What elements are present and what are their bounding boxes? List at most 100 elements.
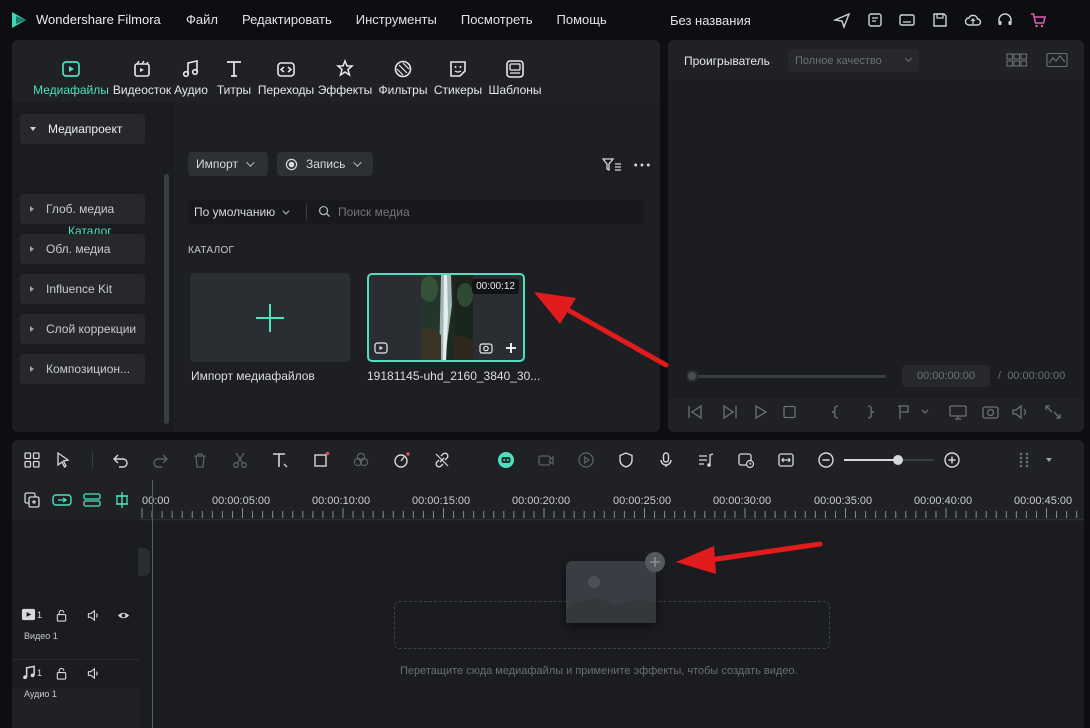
- scrubber-handle[interactable]: [686, 370, 698, 382]
- lock-icon[interactable]: [55, 609, 68, 622]
- zoom-slider-track[interactable]: [844, 455, 934, 465]
- auto-reframe-button[interactable]: [736, 450, 756, 470]
- waveform-icon[interactable]: [1046, 52, 1068, 68]
- sidebar-scrollbar[interactable]: [164, 174, 169, 424]
- crop-button[interactable]: [311, 450, 331, 470]
- link-icon: [435, 452, 449, 468]
- zoom-out-button[interactable]: [816, 450, 836, 470]
- import-dropdown[interactable]: Импорт: [188, 152, 268, 176]
- voiceover-button[interactable]: [656, 450, 676, 470]
- color-button[interactable]: [351, 450, 371, 470]
- menu-edit[interactable]: Редактировать: [242, 12, 332, 27]
- layout-grid-button[interactable]: [22, 450, 42, 470]
- clip-thumbnail: [421, 275, 473, 360]
- delete-button[interactable]: [190, 450, 210, 470]
- sort-dropdown[interactable]: По умолчанию: [194, 205, 290, 219]
- playhead[interactable]: [152, 480, 153, 728]
- record-dropdown[interactable]: Запись: [277, 152, 373, 176]
- chevron-down-icon[interactable]: [1046, 458, 1052, 462]
- redo-button[interactable]: [150, 450, 170, 470]
- sidebar-item-compound[interactable]: Композицион...: [20, 354, 145, 384]
- filter-sort-icon[interactable]: [602, 157, 622, 173]
- sidebar-item-influence-kit[interactable]: Influence Kit: [20, 274, 145, 304]
- tab-stock-video[interactable]: Видеосток: [112, 40, 172, 102]
- link-clips-icon[interactable]: [52, 492, 72, 508]
- media-panel: Медиафайлы Видеосток Аудио Титры Переход…: [12, 40, 660, 432]
- tab-titles[interactable]: Титры: [210, 40, 258, 102]
- scrubber-track[interactable]: [690, 375, 886, 378]
- audio-track-button[interactable]: [696, 450, 716, 470]
- timeline-ruler[interactable]: 00:00 00:00:05:00 00:00:10:00 00:00:15:0…: [140, 480, 1084, 520]
- clip-camera-icon[interactable]: [479, 341, 493, 355]
- timeline-tracks-area[interactable]: Перетащите сюда медиафайлы и примените э…: [140, 521, 1084, 728]
- save-icon[interactable]: [924, 10, 957, 30]
- video-track-label: Видео 1: [24, 631, 58, 641]
- sidebar-item-adjustment-layer[interactable]: Слой коррекции: [20, 314, 145, 344]
- add-to-timeline-icon[interactable]: [504, 341, 518, 355]
- cloud-icon[interactable]: [956, 10, 989, 30]
- menu-view[interactable]: Посмотреть: [461, 12, 533, 27]
- menu-file[interactable]: Файл: [186, 12, 218, 27]
- cart-icon[interactable]: [1022, 10, 1055, 30]
- media-clip-tile[interactable]: 00:00:12: [367, 273, 525, 362]
- quality-dropdown[interactable]: Полное качество: [788, 49, 919, 72]
- add-media-plus-icon[interactable]: [645, 552, 665, 572]
- zoom-in-button[interactable]: [942, 450, 962, 470]
- grid-view-icon[interactable]: [1006, 52, 1028, 68]
- zoom-slider-handle[interactable]: [893, 455, 903, 465]
- search-input[interactable]: [338, 202, 628, 222]
- sidebar-item-cloud-media[interactable]: Обл. медиа: [20, 234, 145, 264]
- fit-timeline-button[interactable]: [776, 450, 796, 470]
- drop-hint-text: Перетащите сюда медиафайлы и примените э…: [400, 665, 798, 677]
- tab-media[interactable]: Медиафайлы: [30, 40, 112, 102]
- marker-magnet-icon[interactable]: [112, 491, 132, 509]
- undo-button[interactable]: [111, 450, 131, 470]
- report-icon[interactable]: [859, 10, 892, 30]
- timeline-toolbar: [12, 440, 1084, 480]
- sidebar-item-global-media[interactable]: Глоб. медиа: [20, 194, 145, 224]
- tab-templates[interactable]: Шаблоны: [486, 40, 544, 102]
- import-media-tile[interactable]: [190, 273, 350, 362]
- lock-icon[interactable]: [55, 667, 68, 680]
- text-t-icon: [273, 453, 288, 468]
- ruler-ticks: [141, 508, 1078, 518]
- playhead-handle[interactable]: [138, 548, 150, 576]
- add-text-button[interactable]: [270, 450, 290, 470]
- select-tool-button[interactable]: [54, 450, 74, 470]
- monitor-icon[interactable]: [891, 10, 924, 30]
- eye-icon[interactable]: [117, 609, 130, 622]
- speaker-icon[interactable]: [87, 609, 100, 622]
- tab-transitions[interactable]: Переходы: [258, 40, 314, 102]
- total-time: 00:00:00:00: [1007, 370, 1066, 382]
- ruler-label: 00:00:20:00: [512, 495, 571, 507]
- split-button[interactable]: [230, 450, 250, 470]
- main-menu: Файл Редактировать Инструменты Посмотрет…: [186, 12, 631, 27]
- speaker-icon[interactable]: [87, 667, 100, 680]
- headset-icon[interactable]: [989, 10, 1022, 30]
- media-tabs: Медиафайлы Видеосток Аудио Титры Переход…: [12, 40, 660, 102]
- ruler-label: 00:00:10:00: [312, 495, 371, 507]
- auto-beat-button[interactable]: [576, 450, 596, 470]
- tab-stickers[interactable]: Стикеры: [430, 40, 486, 102]
- ai-mate-button[interactable]: [496, 450, 516, 470]
- shield-button[interactable]: [616, 450, 636, 470]
- dots-grid-icon: [1019, 452, 1029, 468]
- grid-icon: [24, 452, 40, 468]
- link-button[interactable]: [432, 450, 452, 470]
- send-icon[interactable]: [826, 10, 859, 30]
- add-track-icon[interactable]: [23, 491, 41, 509]
- menu-tools[interactable]: Инструменты: [356, 12, 437, 27]
- tab-effects[interactable]: Эффекты: [314, 40, 376, 102]
- menu-help[interactable]: Помощь: [557, 12, 607, 27]
- speed-button[interactable]: [392, 450, 412, 470]
- more-options-icon[interactable]: [633, 162, 651, 168]
- zoom-slider-fill: [844, 459, 898, 461]
- tab-filters[interactable]: Фильтры: [376, 40, 430, 102]
- sidebar-item-project-media[interactable]: Медиапроект: [20, 114, 145, 144]
- tab-audio[interactable]: Аудио: [172, 40, 210, 102]
- more-tools-button[interactable]: [1014, 450, 1034, 470]
- ai-video-button[interactable]: [536, 450, 556, 470]
- undo-icon: [113, 454, 128, 468]
- snap-icon[interactable]: [82, 492, 102, 508]
- ruler-label: 00:00:45:00: [1014, 495, 1073, 507]
